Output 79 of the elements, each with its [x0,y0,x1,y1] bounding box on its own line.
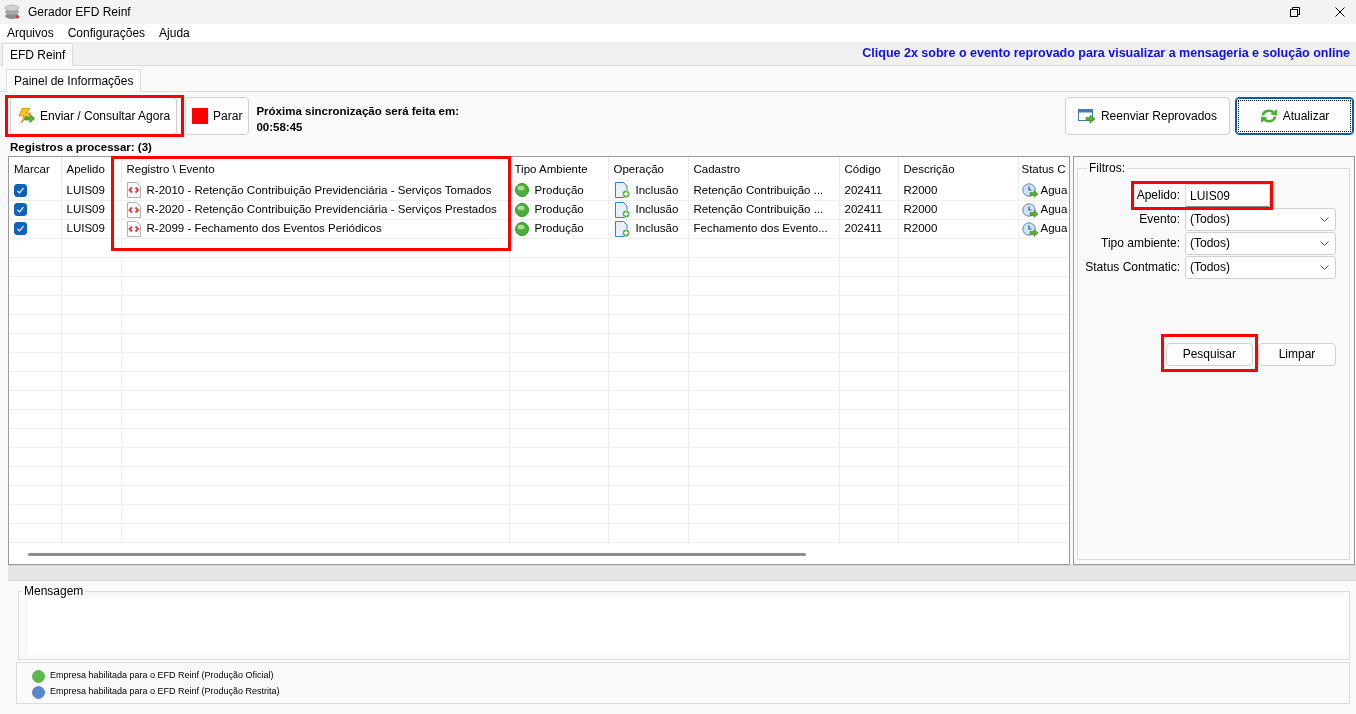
cell-text: Inclusão [635,183,679,198]
status-dot-icon [514,202,529,217]
menu-item[interactable]: Configurações [60,25,153,41]
table-cell: 202411 [839,219,898,238]
search-button[interactable]: Pesquisar [1165,343,1253,366]
cell-text: Agua [1040,183,1068,198]
legend-text: Empresa habilitada para o EFD Reinf (Produção Oficial) [50,670,274,682]
table-cell: 202411 [839,181,898,200]
cell-text: Produção [534,221,584,236]
table-cell: Fechamento dos Evento... [688,219,839,238]
refresh-icon [1259,108,1278,124]
caret-icon [1320,217,1329,222]
tab[interactable]: EFD Reinf [2,43,74,66]
column-header[interactable]: Código [839,157,898,181]
hint-text: Clique 2x sobre o evento reprovado para visualizar a mensageria e solução online [862,45,1351,62]
document-plus-icon [613,182,630,199]
table-cell: LUIS09 [61,200,121,219]
table-cell: Retenção Contribuição ... [688,181,839,200]
caret-icon [1320,241,1329,246]
legend-text: Empresa habilitada para o EFD Reinf (Produção Restrita) [50,686,280,698]
group-title: Mensagem [23,584,85,598]
dropdown[interactable]: (Todos) [1185,208,1336,231]
status-dot-icon [514,221,529,236]
column-header[interactable]: Registro \ Evento [121,157,509,181]
column-header[interactable]: Apelido [61,157,121,181]
menu-item[interactable]: Arquivos [0,25,61,41]
cell-text: R-2020 - Retenção Contribuição Previdenciária - Serviços Prestados [146,202,497,217]
refresh-button[interactable]: Atualizar [1235,97,1354,135]
group-title: Filtros: [1088,161,1126,175]
dropdown[interactable]: (Todos) [1185,232,1336,255]
table-cell: R2000 [898,181,1018,200]
text-field[interactable]: LUIS09 [1185,184,1270,207]
cell-text: Inclusão [635,202,679,217]
document-code-icon [126,182,141,199]
stop-icon [192,108,209,124]
scrollbar-thumb[interactable] [28,552,806,556]
table-title: Registros a processar: (3) [9,140,153,155]
cell-text: Agua [1040,202,1068,217]
app-icon [4,4,20,20]
table-cell: LUIS09 [61,181,121,200]
menu-item[interactable]: Ajuda [152,25,197,41]
column-header[interactable]: Cadastro [688,157,839,181]
cell-text: Inclusão [635,221,679,236]
cell-text: R-2099 - Fechamento dos Eventos Periódicos [146,221,382,236]
table-cell: LUIS09 [61,219,121,238]
send-button[interactable]: Enviar / Consultar Agora [10,97,178,135]
lightning-arrow-icon [17,108,35,124]
resend-button[interactable]: Reenviar Reprovados [1064,97,1230,135]
table-cell: R2000 [898,219,1018,238]
close-icon [1335,7,1345,17]
column-header[interactable]: Operação [608,157,688,181]
field-label: Status Contmatic: [1085,260,1180,275]
table-cell: 202411 [839,200,898,219]
column-header[interactable]: Tipo Ambiente [509,157,608,181]
column-header[interactable]: Marcar [9,157,61,181]
column-header[interactable]: Descrição [898,157,1018,181]
restore-icon [1290,7,1300,17]
caret-icon [1320,265,1329,270]
cell-text: Produção [534,183,584,198]
column-header[interactable]: Status C [1018,157,1069,181]
clear-button[interactable]: Limpar [1258,343,1336,366]
table-cell: R2000 [898,200,1018,219]
tab[interactable]: Painel de Informações [6,69,142,92]
cell-text: Agua [1040,221,1068,236]
dropdown[interactable]: (Todos) [1185,256,1336,279]
sync-time: 00:58:45 [256,120,304,135]
checkbox[interactable] [14,222,27,235]
field-label: Tipo ambiente: [1101,236,1180,251]
stop-button[interactable]: Parar [185,97,250,135]
field-label: Evento: [1139,212,1180,227]
checkbox[interactable] [14,203,27,216]
sync-label: Próxima sincronização será feita em: [256,104,460,119]
window-title: Gerador EFD Reinf [28,4,131,20]
cell-text: R-2010 - Retenção Contribuição Previdenciária - Serviços Tomados [146,183,492,198]
status-dot-icon [514,183,529,198]
table-cell: Retenção Contribuição ... [688,200,839,219]
cell-text: Produção [534,202,584,217]
checkbox[interactable] [14,183,27,197]
field-label: Apelido: [1136,188,1180,203]
